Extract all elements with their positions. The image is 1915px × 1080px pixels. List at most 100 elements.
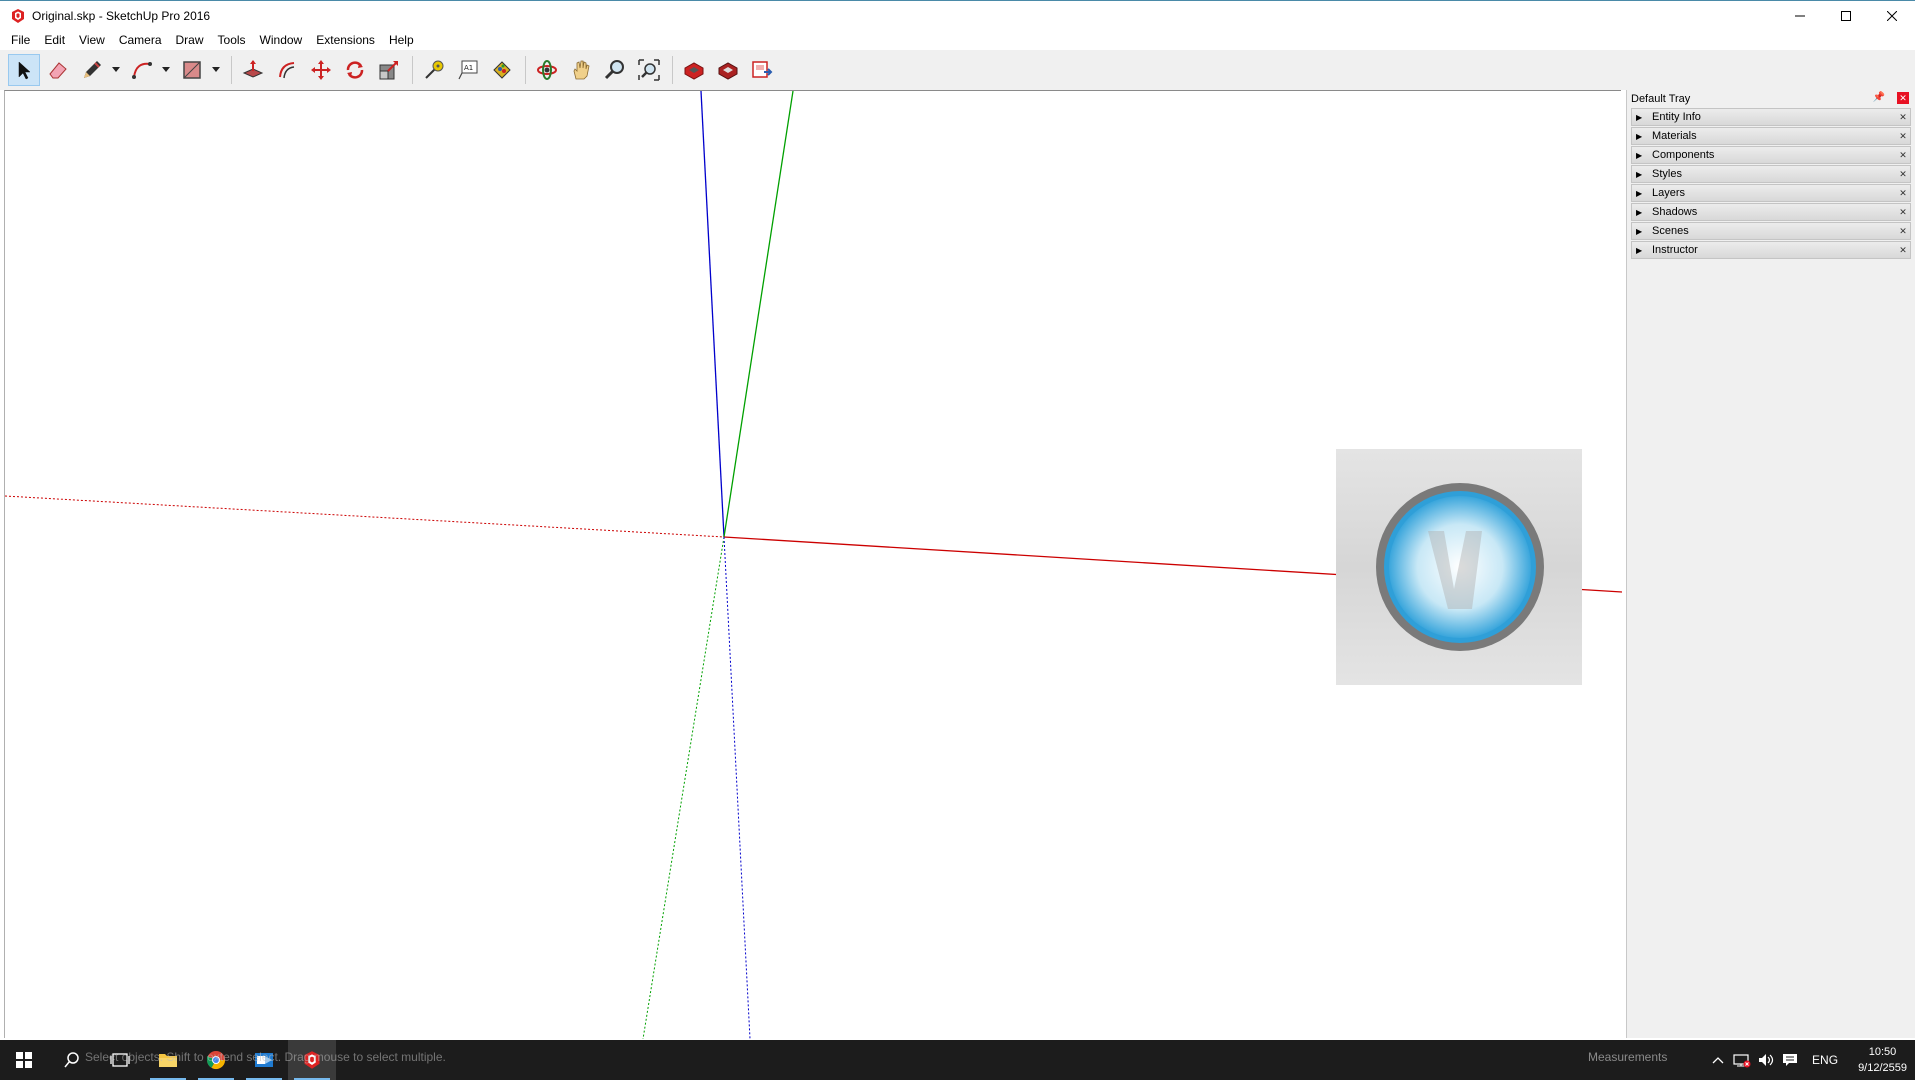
tray-close-button[interactable]: ✕ [1897, 92, 1909, 104]
offset-icon [279, 62, 295, 79]
network-status[interactable] [1730, 1040, 1754, 1080]
title-bar: Original.skp - SketchUp Pro 2016 [0, 0, 1915, 30]
warehouse-icon [684, 62, 704, 80]
offset-tool-button[interactable] [271, 54, 303, 86]
drawing-area[interactable] [4, 90, 1622, 1039]
spinner-icon [1376, 483, 1544, 651]
chevron-down-icon [212, 67, 220, 72]
warehouse-tool-button[interactable] [678, 54, 710, 86]
send-to-layout-tool-button[interactable] [746, 54, 778, 86]
panel-close-icon[interactable]: ✕ [1898, 207, 1908, 217]
rectangle-icon [183, 61, 201, 79]
tray-panel-shadows[interactable]: ▶ Shadows ✕ [1631, 203, 1911, 221]
text-icon: A1 [458, 60, 478, 80]
tray-panel-materials[interactable]: ▶ Materials ✕ [1631, 127, 1911, 145]
eraser-tool-button[interactable] [42, 54, 74, 86]
zoom-extents-icon [638, 59, 660, 81]
rectangle-tool-button[interactable] [176, 54, 208, 86]
panel-label: Entity Info [1652, 111, 1701, 123]
toolbar-separator [231, 56, 232, 84]
menu-edit[interactable]: Edit [37, 30, 72, 50]
expand-arrow-icon: ▶ [1636, 207, 1643, 217]
move-tool-button[interactable] [305, 54, 337, 86]
tray-header: Default Tray 📌 ✕ [1627, 90, 1915, 107]
rectangle-tool-dropdown[interactable] [210, 54, 222, 86]
close-button[interactable] [1869, 1, 1915, 31]
menu-draw[interactable]: Draw [169, 30, 211, 50]
tape-measure-tool-button[interactable] [418, 54, 450, 86]
expand-arrow-icon: ▶ [1636, 169, 1643, 179]
close-icon [1887, 11, 1897, 21]
menu-camera[interactable]: Camera [112, 30, 169, 50]
input-language[interactable]: ENG [1802, 1053, 1848, 1067]
start-button[interactable] [0, 1040, 48, 1080]
expand-arrow-icon: ▶ [1636, 226, 1643, 236]
menu-window[interactable]: Window [253, 30, 310, 50]
move-icon [311, 60, 331, 80]
speaker-icon [1759, 1054, 1774, 1066]
arc-icon [132, 62, 152, 79]
tray-panel-scenes[interactable]: ▶ Scenes ✕ [1631, 222, 1911, 240]
green-axis-positive [723, 91, 794, 538]
paint-bucket-tool-button[interactable] [486, 54, 518, 86]
orbit-icon [537, 60, 557, 80]
panel-label: Layers [1652, 187, 1686, 199]
panel-close-icon[interactable]: ✕ [1898, 112, 1908, 122]
red-axis-negative [5, 495, 725, 538]
menu-extensions[interactable]: Extensions [309, 30, 382, 50]
push-pull-icon [242, 60, 264, 78]
search-icon [64, 1052, 79, 1068]
notification-icon [1783, 1054, 1798, 1066]
minimize-button[interactable] [1777, 1, 1823, 31]
maximize-button[interactable] [1823, 1, 1869, 31]
orbit-tool-button[interactable] [531, 54, 563, 86]
zoom-extents-tool-button[interactable] [633, 54, 665, 86]
select-tool-button[interactable] [8, 54, 40, 86]
panel-close-icon[interactable]: ✕ [1898, 245, 1908, 255]
extension-warehouse-tool-button[interactable] [712, 54, 744, 86]
hand-icon [573, 60, 590, 80]
panel-label: Scenes [1652, 225, 1689, 237]
eraser-icon [49, 62, 67, 79]
tray-panel-entity-info[interactable]: ▶ Entity Info ✕ [1631, 108, 1911, 126]
panel-close-icon[interactable]: ✕ [1898, 188, 1908, 198]
panel-close-icon[interactable]: ✕ [1898, 226, 1908, 236]
show-hidden-icons-button[interactable] [1706, 1040, 1730, 1080]
text-tool-button[interactable]: A1 [452, 54, 484, 86]
tray-panel-components[interactable]: ▶ Components ✕ [1631, 146, 1911, 164]
menu-file[interactable]: File [4, 30, 37, 50]
taskbar-clock[interactable]: 10:50 9/12/2559 [1848, 1044, 1915, 1076]
toolbar-separator [672, 56, 673, 84]
panel-close-icon[interactable]: ✕ [1898, 150, 1908, 160]
tray-panel-instructor[interactable]: ▶ Instructor ✕ [1631, 241, 1911, 259]
line-tool-button[interactable] [76, 54, 108, 86]
menu-help[interactable]: Help [382, 30, 421, 50]
windows-logo-icon [16, 1052, 32, 1068]
pin-icon[interactable]: 📌 [1873, 92, 1885, 103]
scale-tool-button[interactable] [373, 54, 405, 86]
zoom-tool-button[interactable] [599, 54, 631, 86]
expand-arrow-icon: ▶ [1636, 112, 1643, 122]
panel-label: Styles [1652, 168, 1682, 180]
toolbar-separator [525, 56, 526, 84]
rotate-tool-button[interactable] [339, 54, 371, 86]
tray-panel-styles[interactable]: ▶ Styles ✕ [1631, 165, 1911, 183]
chevron-up-icon [1712, 1057, 1724, 1064]
expand-arrow-icon: ▶ [1636, 188, 1643, 198]
rotate-icon [346, 61, 364, 79]
pan-tool-button[interactable] [565, 54, 597, 86]
arc-tool-button[interactable] [126, 54, 158, 86]
push-pull-tool-button[interactable] [237, 54, 269, 86]
panel-close-icon[interactable]: ✕ [1898, 131, 1908, 141]
expand-arrow-icon: ▶ [1636, 245, 1643, 255]
window-controls [1777, 1, 1915, 31]
action-center-button[interactable] [1778, 1040, 1802, 1080]
line-tool-dropdown[interactable] [110, 54, 122, 86]
menu-view[interactable]: View [72, 30, 112, 50]
volume-button[interactable] [1754, 1040, 1778, 1080]
menu-tools[interactable]: Tools [211, 30, 253, 50]
tray-panel-layers[interactable]: ▶ Layers ✕ [1631, 184, 1911, 202]
arc-tool-dropdown[interactable] [160, 54, 172, 86]
panel-close-icon[interactable]: ✕ [1898, 169, 1908, 179]
status-bar-hint: Select objects. Shift to extend select. … [85, 1050, 446, 1064]
